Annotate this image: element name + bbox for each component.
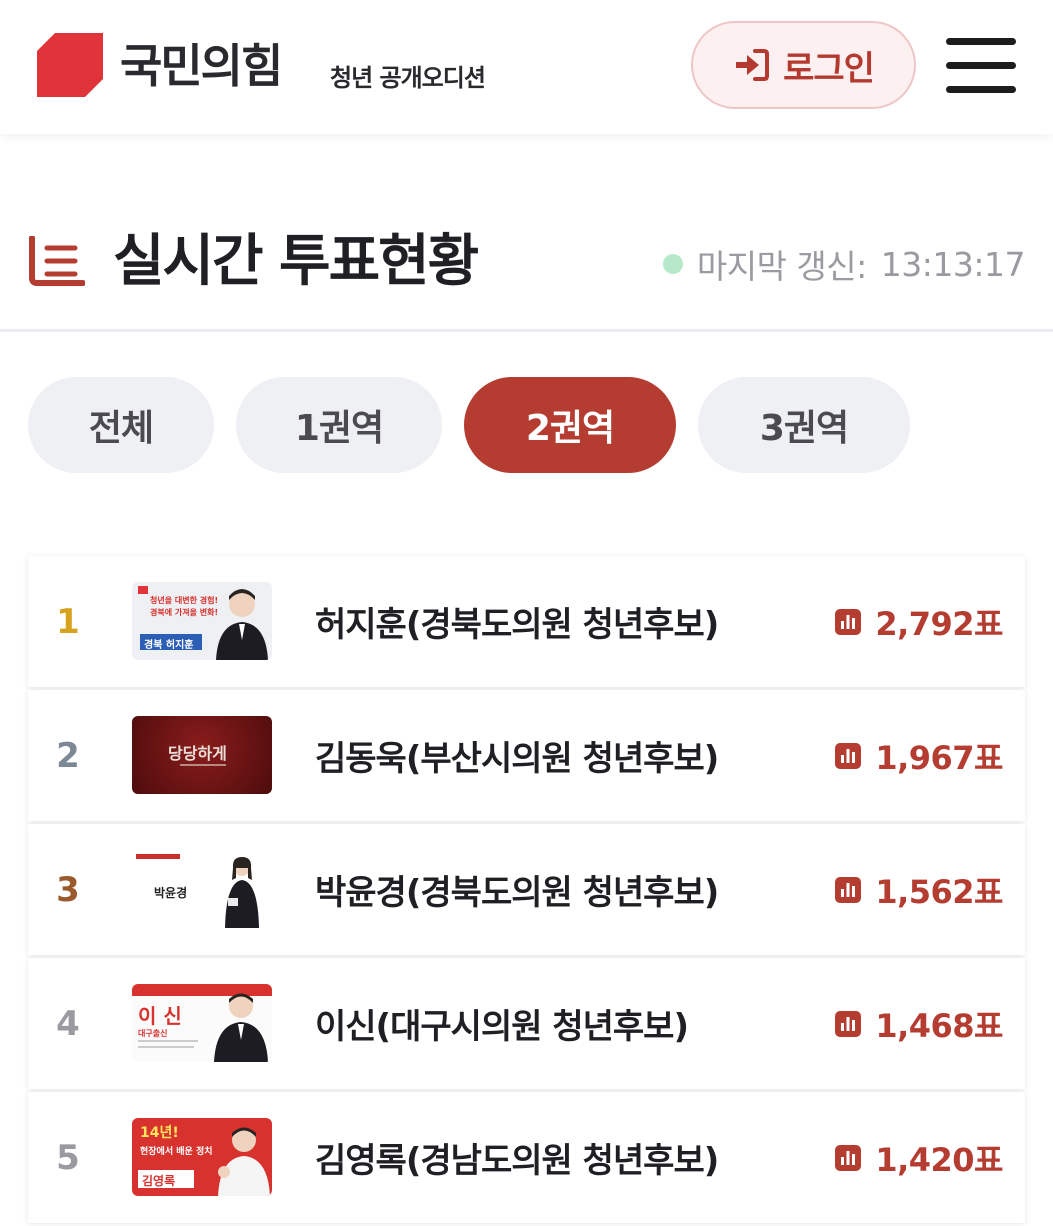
- site-header: 국민의힘 청년 공개오디션 로그인: [0, 0, 1053, 134]
- candidate-thumbnail: 14년! 현장에서 배운 정치 김영록: [132, 1118, 272, 1196]
- vote-count: 1,562표: [835, 824, 1003, 955]
- vote-count-value: 1,420표: [875, 1140, 1003, 1179]
- section-divider: [0, 329, 1053, 332]
- rank-number: 5: [56, 1137, 80, 1178]
- bar-chart-icon: [835, 876, 862, 903]
- vote-count-value: 2,792표: [875, 604, 1003, 643]
- person-photo-icon: [216, 589, 268, 660]
- candidate-name: 허지훈(경북도의원 청년후보): [315, 605, 719, 645]
- login-label: 로그인: [783, 48, 875, 89]
- candidate-name: 이신(대구시의원 청년후보): [315, 1007, 689, 1047]
- tab-region-2[interactable]: 2권역: [464, 377, 676, 473]
- vote-count: 1,468표: [835, 958, 1003, 1089]
- section-title: 실시간 투표현황: [113, 229, 479, 294]
- candidate-name: 김동욱(부산시의원 청년후보): [315, 739, 719, 779]
- login-icon: [736, 49, 770, 81]
- ranking-list-icon: [29, 236, 85, 286]
- brand-subtitle: 청년 공개오디션: [330, 64, 486, 92]
- brand-name: 국민의힘: [120, 39, 283, 93]
- list-item[interactable]: 5 14년! 현장에서 배운 정치 김영록 김영록(경남도의원 청년후보) 1,…: [28, 1092, 1025, 1223]
- candidate-thumbnail: 당당하게: [132, 716, 272, 794]
- list-item[interactable]: 3 박윤경 박윤경(경북도의원 청년후보) 1,562표: [28, 824, 1025, 955]
- bar-chart-icon: [835, 608, 862, 635]
- list-item[interactable]: 4 이 신 대구출신 이신(대구시의원 청년후보) 1,468표: [28, 958, 1025, 1089]
- vote-count-value: 1,967표: [875, 738, 1003, 777]
- rank-number: 4: [56, 1003, 80, 1044]
- candidate-name: 김영록(경남도의원 청년후보): [315, 1141, 719, 1181]
- rank-number: 1: [56, 601, 80, 642]
- tab-all[interactable]: 전체: [28, 377, 214, 473]
- person-photo-icon: [225, 857, 259, 928]
- person-photo-icon: [218, 1127, 270, 1196]
- candidate-thumbnail: 박윤경: [132, 850, 272, 928]
- vote-count: 1,967표: [835, 690, 1003, 821]
- tab-region-3[interactable]: 3권역: [698, 377, 910, 473]
- rank-number: 3: [56, 869, 80, 910]
- candidate-name: 박윤경(경북도의원 청년후보): [315, 873, 719, 913]
- last-update-label: 마지막 갱신:: [696, 247, 867, 286]
- list-item[interactable]: 2 당당하게 김동욱(부산시의원 청년후보) 1,967표: [28, 690, 1025, 821]
- candidate-ranking-list: 1 청년을 대변한 경험! 경북에 가져올 변화! 경북 허지훈 허지훈(경북도…: [28, 556, 1025, 1226]
- last-update-time: 13:13:17: [880, 244, 1026, 284]
- bar-chart-icon: [835, 1144, 862, 1171]
- live-status-dot-icon: [662, 254, 683, 274]
- vote-count-value: 1,468표: [875, 1006, 1003, 1045]
- party-logo-icon: [37, 33, 103, 97]
- tab-region-1[interactable]: 1권역: [236, 377, 442, 473]
- bar-chart-icon: [835, 742, 862, 769]
- login-button[interactable]: 로그인: [691, 21, 916, 109]
- hamburger-menu-icon[interactable]: [946, 38, 1016, 94]
- bar-chart-icon: [835, 1010, 862, 1037]
- vote-count: 2,792표: [835, 556, 1003, 687]
- candidate-thumbnail: 청년을 대변한 경험! 경북에 가져올 변화! 경북 허지훈: [132, 582, 272, 660]
- person-photo-icon: [214, 993, 268, 1062]
- last-update-status: 마지막 갱신: 13:13:17: [662, 240, 1026, 288]
- candidate-thumbnail: 이 신 대구출신: [132, 984, 272, 1062]
- rank-number: 2: [56, 735, 80, 776]
- vote-count: 1,420표: [835, 1092, 1003, 1223]
- vote-count-value: 1,562표: [875, 872, 1003, 911]
- list-item[interactable]: 1 청년을 대변한 경험! 경북에 가져올 변화! 경북 허지훈 허지훈(경북도…: [28, 556, 1025, 687]
